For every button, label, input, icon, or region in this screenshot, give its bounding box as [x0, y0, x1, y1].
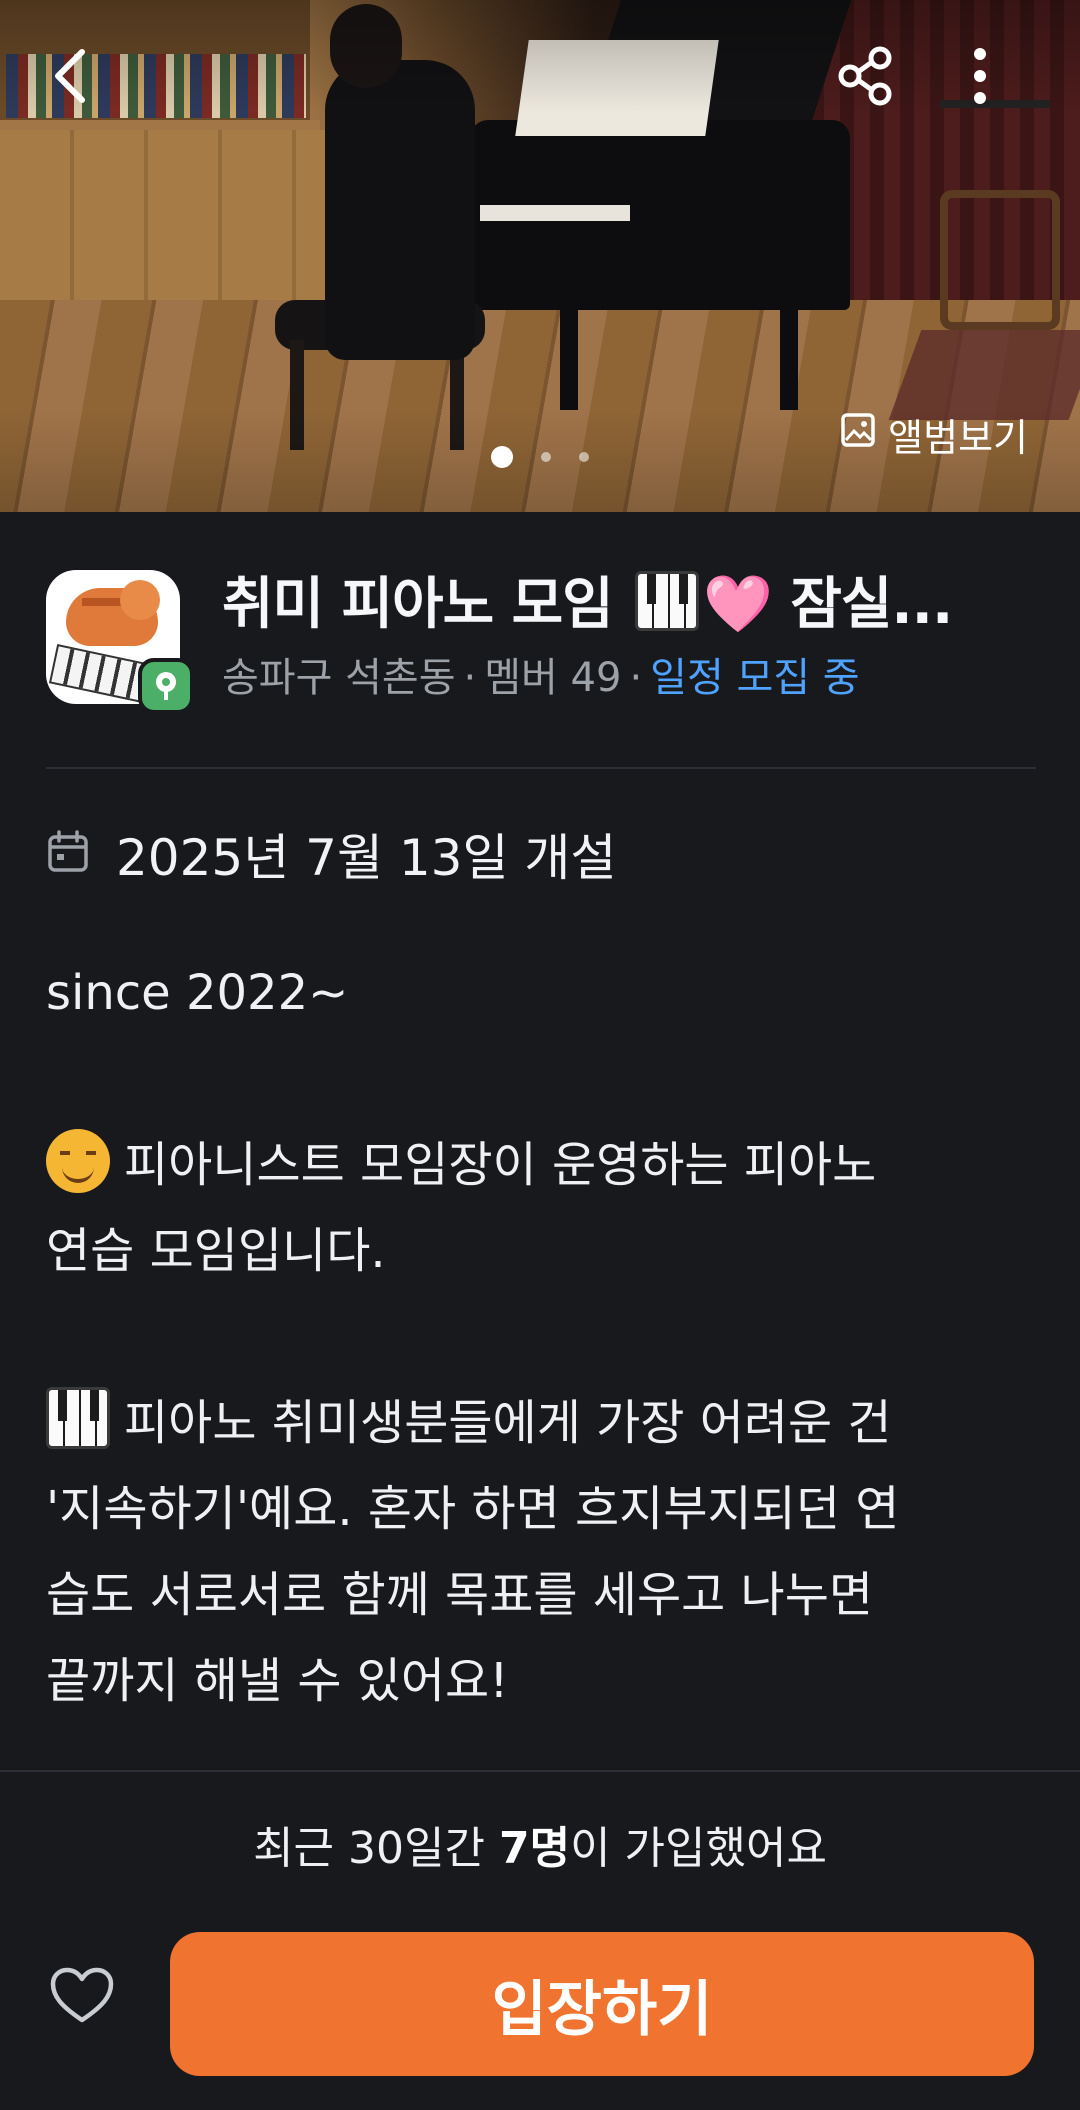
group-header: 취미 피아노 모임 🩷 잠실... 송파구 석촌동 · 멤버 49 · 일정 모집 중 [46, 570, 1036, 720]
piano-emoji-icon [46, 1387, 110, 1449]
like-button[interactable] [42, 1958, 122, 2038]
more-button[interactable] [940, 36, 1020, 116]
enter-button[interactable]: 입장하기 [170, 1932, 1034, 2076]
divider [46, 767, 1036, 769]
carousel-dot[interactable] [491, 446, 513, 468]
group-meta: 송파구 석촌동 · 멤버 49 · 일정 모집 중 [222, 650, 952, 706]
group-title-tail: 잠실... [771, 572, 953, 637]
joined-prefix: 최근 30일간 [253, 1823, 499, 1874]
desc-line: 피아노 취미생분들에게 가장 어려운 건 [46, 1380, 1036, 1466]
group-description: since 2022~ 피아니스트 모임장이 운영하는 피아노 연습 모임입니다… [46, 950, 1036, 1724]
more-vertical-icon [970, 46, 990, 106]
desc-text: 피아니스트 모임장이 운영하는 피아노 [124, 1137, 877, 1193]
carousel-dot[interactable] [541, 452, 551, 462]
meta-separator: · [629, 655, 643, 701]
chevron-left-icon [48, 46, 92, 106]
leaf-badge-icon [138, 658, 194, 714]
album-view-label: 앨범보기 [888, 415, 1028, 460]
desc-line: 피아니스트 모임장이 운영하는 피아노 [46, 1122, 1036, 1208]
meta-separator: · [463, 655, 477, 701]
piano-emoji-icon [635, 571, 700, 631]
recent-joined-text: 최근 30일간 7명이 가입했어요 [0, 1812, 1080, 1876]
desc-line: 연습 모임입니다. [46, 1223, 386, 1279]
group-title-text: 취미 피아노 모임 [222, 572, 632, 637]
desc-line: since 2022~ [46, 965, 349, 1021]
member-count: 멤버 49 [484, 655, 622, 701]
group-location: 송파구 석촌동 [222, 655, 456, 701]
share-button[interactable] [826, 36, 906, 116]
heart-emoji-icon: 🩷 [703, 572, 773, 637]
bottom-bar: 최근 30일간 7명이 가입했어요 입장하기 [0, 1770, 1080, 2110]
image-icon [840, 412, 876, 457]
desc-line: 끝까지 해낼 수 있어요! [46, 1653, 509, 1709]
album-view-button[interactable]: 앨범보기 [818, 404, 1050, 464]
hero-photo-carousel[interactable]: 앨범보기 [0, 0, 1080, 512]
joined-suffix: 이 가입했어요 [570, 1823, 827, 1874]
recruit-status: 일정 모집 중 [650, 655, 860, 701]
desc-text: 피아노 취미생분들에게 가장 어려운 건 [124, 1395, 892, 1451]
calendar-icon [46, 830, 90, 878]
heart-outline-icon [49, 1966, 115, 2030]
group-avatar[interactable] [46, 570, 194, 714]
desc-line: '지속하기'예요. 혼자 하면 흐지부지되던 연 [46, 1481, 900, 1537]
desc-line: 습도 서로서로 함께 목표를 세우고 나누면 [46, 1567, 874, 1623]
founded-row: 2025년 7월 13일 개설 [46, 818, 616, 890]
founded-date: 2025년 7월 13일 개설 [116, 829, 617, 887]
avatar-cat-head [120, 580, 160, 620]
carousel-dot[interactable] [579, 452, 589, 462]
joined-count: 7명 [498, 1823, 571, 1874]
back-button[interactable] [30, 36, 110, 116]
share-icon [834, 44, 898, 108]
group-title: 취미 피아노 모임 🩷 잠실... [222, 570, 953, 640]
smile-emoji-icon [46, 1129, 110, 1193]
